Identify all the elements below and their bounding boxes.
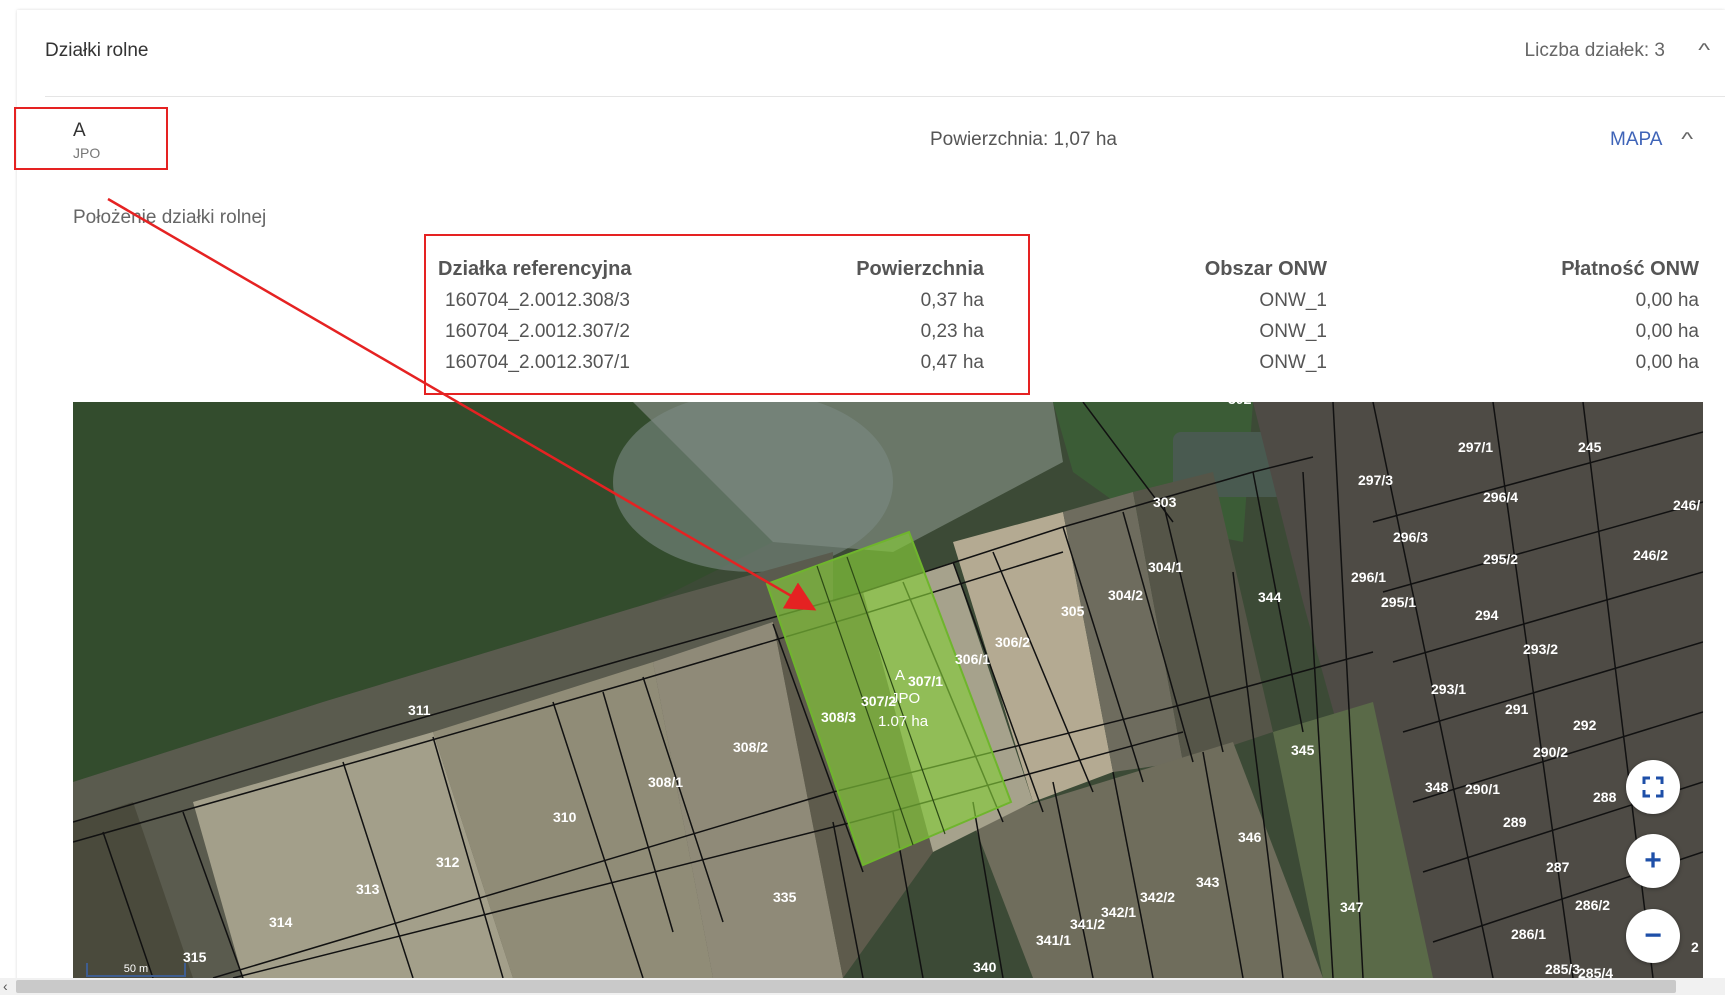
scrollbar-thumb[interactable] [16,980,1676,993]
horizontal-scrollbar[interactable]: ‹ [0,978,1725,995]
scroll-left-icon[interactable]: ‹ [3,978,8,994]
annotation-arrow [107,197,817,611]
